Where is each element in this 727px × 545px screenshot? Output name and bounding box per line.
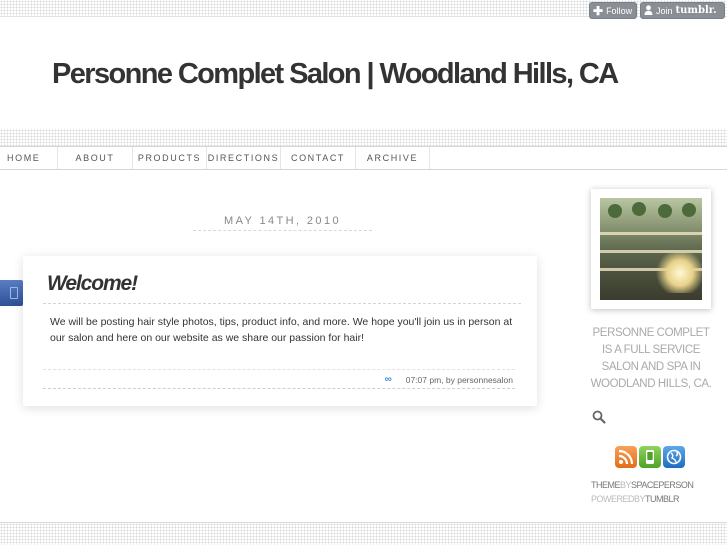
nav-label: HOME [7, 153, 41, 163]
nav-item-contact[interactable]: CONTACT [281, 147, 356, 169]
credit-text: THEME [591, 480, 621, 490]
permalink-icon[interactable]: ∞ [385, 374, 392, 385]
nav-label: ABOUT [75, 153, 115, 163]
credit-text: BY [620, 480, 632, 490]
photo-detail [608, 204, 622, 218]
nav-label: CONTACT [290, 153, 346, 163]
post-title[interactable]: Welcome! [47, 272, 138, 296]
header-dotted-band [0, 129, 727, 146]
join-tumblr-button[interactable]: Join tumblr. [640, 2, 725, 19]
sidebar-description: Personne Complet is a full service salon… [590, 327, 712, 390]
theme-credit[interactable]: THEMEBYSPACEPERSON [591, 478, 694, 492]
nav-item-home[interactable]: HOME [0, 147, 58, 169]
sidebar-photo-frame [591, 189, 711, 309]
divider [43, 369, 515, 370]
post-body: We will be posting hair style photos, ti… [50, 316, 513, 344]
credits: THEMEBYSPACEPERSON POWEREDBYTUMBLR [591, 478, 694, 506]
photo-detail [600, 232, 702, 235]
powered-credit[interactable]: POWEREDBYTUMBLR [591, 492, 693, 506]
tumblr-controls: ✚ Follow Join tumblr. [589, 2, 725, 19]
photo-detail [632, 202, 646, 216]
photo-detail [658, 204, 672, 218]
credit-text: TUMBLR [645, 494, 680, 504]
follow-button[interactable]: ✚ Follow [589, 2, 637, 19]
photo-detail [682, 203, 696, 217]
bookmark-icon [10, 287, 18, 299]
post-card: Welcome! We will be posting hair style p… [23, 256, 537, 406]
nav-label: DIRECTIONS [207, 153, 280, 163]
rss-icon[interactable] [615, 446, 637, 468]
follow-label: Follow [606, 5, 633, 16]
post-timestamp-author[interactable]: 07:07 pm, by personnesalon [406, 375, 513, 385]
divider [43, 388, 515, 389]
user-icon [644, 4, 653, 17]
site-title[interactable]: Personne Complet Salon | Woodland Hills,… [52, 58, 619, 91]
post-date: MAY 14TH, 2010 [193, 215, 372, 231]
photo-detail [655, 253, 702, 293]
salon-photo [600, 198, 702, 300]
nav-item-products[interactable]: PRODUCTS [133, 147, 207, 169]
nav-label: ARCHIVE [366, 153, 419, 163]
mobile-icon[interactable] [639, 446, 661, 468]
divider [43, 303, 521, 304]
credit-text: POWERED [591, 494, 635, 504]
join-label: Join [656, 5, 673, 16]
globe-icon[interactable] [663, 446, 685, 468]
main-nav: HOME ABOUT PRODUCTS DIRECTIONS CONTACT A… [0, 146, 727, 170]
plus-icon: ✚ [593, 3, 604, 18]
nav-label: PRODUCTS [137, 153, 202, 163]
search-icon[interactable] [592, 410, 606, 424]
credit-text: SPACEPERSON [631, 480, 694, 490]
nav-item-about[interactable]: ABOUT [58, 147, 133, 169]
post-meta: ∞ 07:07 pm, by personnesalon [385, 374, 513, 385]
footer-dotted-band [0, 523, 727, 545]
nav-item-archive[interactable]: ARCHIVE [356, 147, 430, 169]
nav-item-directions[interactable]: DIRECTIONS [207, 147, 281, 169]
credit-text: BY [634, 494, 646, 504]
side-tab[interactable] [0, 280, 23, 306]
tumblr-brand: tumblr. [675, 5, 717, 16]
social-icons [615, 446, 685, 468]
